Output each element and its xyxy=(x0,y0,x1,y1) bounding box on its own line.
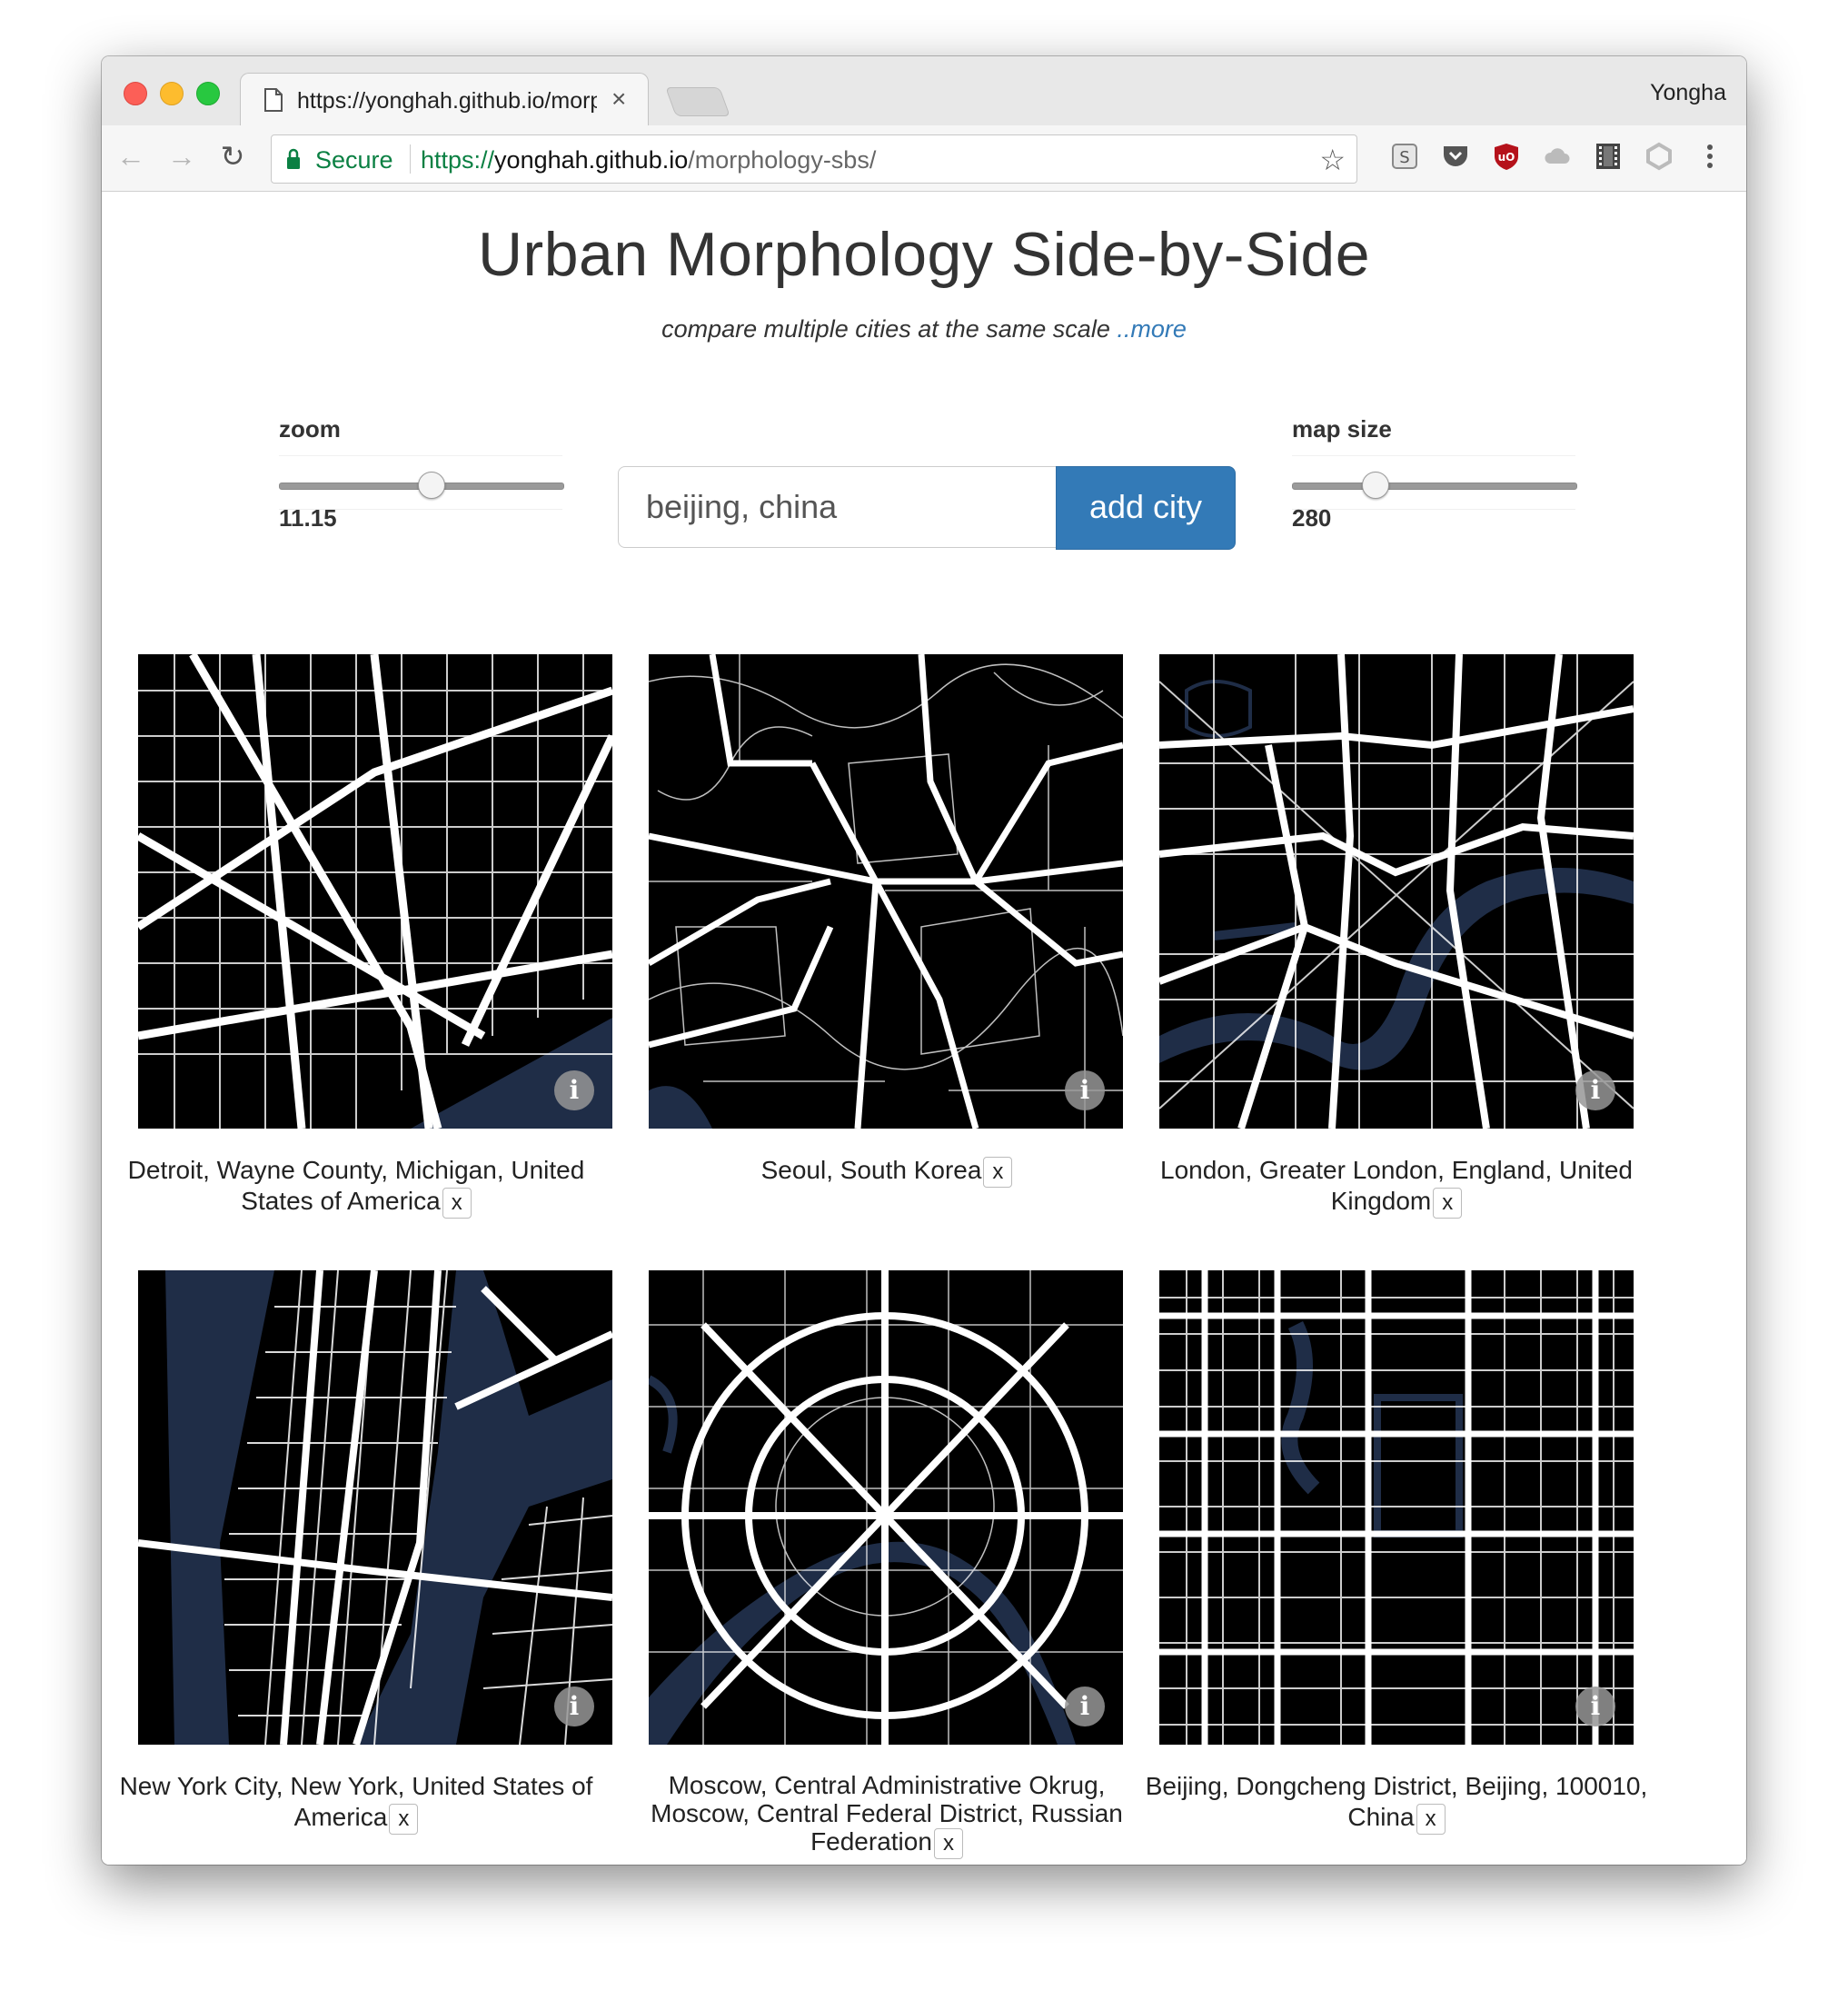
pocket-icon[interactable] xyxy=(1441,142,1470,171)
svg-text:uO: uO xyxy=(1498,151,1515,164)
zoom-label: zoom xyxy=(279,415,341,443)
cloud-icon[interactable] xyxy=(1543,142,1572,171)
info-icon[interactable]: i xyxy=(1065,1070,1105,1110)
lock-icon xyxy=(287,148,300,169)
map-size-slider-thumb[interactable] xyxy=(1362,472,1389,499)
city-name: Seoul, South Korea xyxy=(760,1156,982,1184)
map-detroit[interactable]: i xyxy=(138,654,612,1129)
s-extension-icon[interactable]: S xyxy=(1390,142,1419,171)
city-name: New York City, New York, United States o… xyxy=(119,1772,593,1831)
map-new-york[interactable]: i xyxy=(138,1270,612,1745)
address-bar[interactable]: Secure https://yonghah.github.io/morphol… xyxy=(271,134,1357,184)
svg-text:S: S xyxy=(1399,148,1409,167)
city-caption: London, Greater London, England, United … xyxy=(1142,1155,1651,1219)
tab-title: https://yonghah.github.io/morp xyxy=(297,88,597,114)
remove-city-button[interactable]: x xyxy=(389,1803,419,1835)
subtitle-text: compare multiple cities at the same scal… xyxy=(661,315,1118,343)
london-street-map xyxy=(1159,654,1634,1129)
url-host: yonghah.github.io xyxy=(494,146,689,174)
url-text[interactable]: https://yonghah.github.io/morphology-sbs… xyxy=(421,146,876,174)
remove-city-button[interactable]: x xyxy=(933,1827,963,1859)
city-caption: Detroit, Wayne County, Michigan, United … xyxy=(102,1155,611,1219)
reload-icon[interactable]: ↻ xyxy=(216,140,249,173)
url-scheme: https:// xyxy=(421,146,495,174)
beijing-street-map xyxy=(1159,1270,1634,1745)
city-name: Moscow, Central Administrative Okrug, Mo… xyxy=(651,1771,1123,1856)
ublock-icon[interactable]: uO xyxy=(1492,142,1521,171)
browser-tab[interactable]: https://yonghah.github.io/morp × xyxy=(240,73,649,127)
city-caption: Seoul, South Korea x xyxy=(632,1155,1141,1188)
address-separator xyxy=(410,144,411,174)
back-arrow-icon[interactable]: ← xyxy=(114,140,147,173)
info-icon[interactable]: i xyxy=(1065,1687,1105,1726)
info-icon[interactable]: i xyxy=(554,1070,594,1110)
map-seoul[interactable]: i xyxy=(649,654,1123,1129)
page-title: Urban Morphology Side-by-Side xyxy=(477,220,1371,289)
minimize-window-button[interactable] xyxy=(160,82,184,105)
city-name: Detroit, Wayne County, Michigan, United … xyxy=(127,1156,585,1215)
menu-dots-icon[interactable] xyxy=(1695,142,1724,171)
page-content: Urban Morphology Side-by-Side compare mu… xyxy=(102,192,1746,1865)
tab-close-icon[interactable]: × xyxy=(611,85,626,114)
map-size-slider-track[interactable] xyxy=(1292,483,1577,490)
map-size-value: 280 xyxy=(1292,504,1332,532)
maximize-window-button[interactable] xyxy=(196,82,220,105)
remove-city-button[interactable]: x xyxy=(1416,1803,1446,1835)
zoom-value: 11.15 xyxy=(279,504,337,532)
bookmark-star-icon[interactable]: ☆ xyxy=(1319,143,1346,177)
remove-city-button[interactable]: x xyxy=(983,1156,1013,1188)
map-moscow[interactable]: i xyxy=(649,1270,1123,1745)
seoul-street-map xyxy=(649,654,1123,1129)
info-icon[interactable]: i xyxy=(554,1687,594,1726)
info-icon[interactable]: i xyxy=(1575,1687,1615,1726)
city-caption: Beijing, Dongcheng District, Beijing, 10… xyxy=(1142,1771,1651,1835)
info-icon[interactable]: i xyxy=(1575,1070,1615,1110)
remove-city-button[interactable]: x xyxy=(442,1187,472,1219)
zoom-slider-thumb[interactable] xyxy=(418,472,445,499)
forward-arrow-icon[interactable]: → xyxy=(165,140,198,173)
remove-city-button[interactable]: x xyxy=(1433,1187,1463,1219)
moscow-street-map xyxy=(649,1270,1123,1745)
city-search-input[interactable] xyxy=(618,466,1058,548)
browser-window: https://yonghah.github.io/morp × Yongha … xyxy=(102,56,1746,1865)
city-name: Beijing, Dongcheng District, Beijing, 10… xyxy=(1145,1772,1648,1831)
hexagon-icon[interactable] xyxy=(1644,142,1674,171)
title-bar: https://yonghah.github.io/morp × Yongha xyxy=(102,56,1746,127)
browser-toolbar: ← → ↻ Secure https://yonghah.github.io/m… xyxy=(102,125,1746,192)
profile-name[interactable]: Yongha xyxy=(1650,80,1726,106)
close-window-button[interactable] xyxy=(124,82,147,105)
city-caption: Moscow, Central Administrative Okrug, Mo… xyxy=(632,1771,1141,1859)
add-city-button[interactable]: add city xyxy=(1056,466,1236,550)
city-name: London, Greater London, England, United … xyxy=(1160,1156,1633,1215)
map-beijing[interactable]: i xyxy=(1159,1270,1634,1745)
secure-label: Secure xyxy=(315,146,393,174)
zoom-slider[interactable] xyxy=(279,455,564,510)
page-icon xyxy=(264,88,283,112)
page-subtitle: compare multiple cities at the same scal… xyxy=(102,315,1746,343)
detroit-street-map xyxy=(138,654,612,1129)
url-path: /morphology-sbs/ xyxy=(688,146,877,174)
map-size-label: map size xyxy=(1292,415,1392,443)
city-caption: New York City, New York, United States o… xyxy=(102,1771,611,1835)
map-london[interactable]: i xyxy=(1159,654,1634,1129)
film-icon[interactable] xyxy=(1594,142,1623,171)
new-york-street-map xyxy=(138,1270,612,1745)
new-tab-button[interactable] xyxy=(665,87,730,116)
map-size-slider[interactable] xyxy=(1292,455,1577,510)
more-link[interactable]: ..more xyxy=(1117,315,1187,343)
